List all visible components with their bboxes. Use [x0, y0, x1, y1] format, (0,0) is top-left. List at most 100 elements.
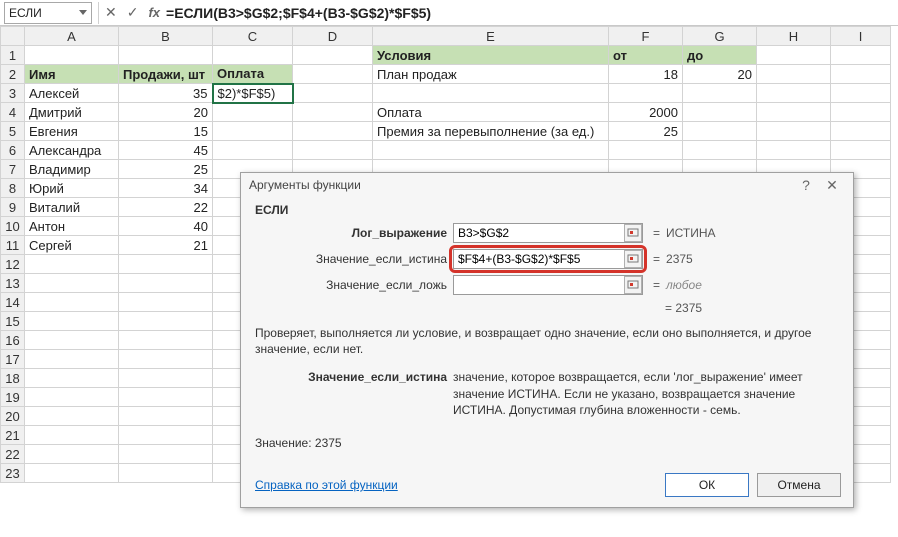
cell-G3[interactable]	[683, 84, 757, 103]
row-header-5[interactable]: 5	[1, 122, 25, 141]
cell-A2[interactable]: Имя	[25, 65, 119, 84]
column-header-C[interactable]: C	[213, 27, 293, 46]
row-header-11[interactable]: 11	[1, 236, 25, 255]
cell-I6[interactable]	[831, 141, 891, 160]
cell-B18[interactable]	[119, 369, 213, 388]
collapse-dialog-icon[interactable]	[624, 250, 642, 268]
cell-B9[interactable]: 22	[119, 198, 213, 217]
help-link[interactable]: Справка по этой функции	[255, 478, 398, 492]
row-header-9[interactable]: 9	[1, 198, 25, 217]
cell-F4[interactable]: 2000	[609, 103, 683, 122]
column-header-D[interactable]: D	[293, 27, 373, 46]
column-header-G[interactable]: G	[683, 27, 757, 46]
cell-H1[interactable]	[757, 46, 831, 65]
cell-D6[interactable]	[293, 141, 373, 160]
chevron-down-icon[interactable]	[79, 10, 87, 15]
cell-B12[interactable]	[119, 255, 213, 274]
cell-E2[interactable]: План продаж	[373, 65, 609, 84]
cell-B19[interactable]	[119, 388, 213, 407]
cell-D4[interactable]	[293, 103, 373, 122]
cell-E5[interactable]: Премия за перевыполнение (за ед.)	[373, 122, 609, 141]
cell-A17[interactable]	[25, 350, 119, 369]
cell-I5[interactable]	[831, 122, 891, 141]
cell-G6[interactable]	[683, 141, 757, 160]
cell-B15[interactable]	[119, 312, 213, 331]
cell-A22[interactable]	[25, 445, 119, 464]
row-header-17[interactable]: 17	[1, 350, 25, 369]
cell-H5[interactable]	[757, 122, 831, 141]
cell-G1[interactable]: до	[683, 46, 757, 65]
cell-D1[interactable]	[293, 46, 373, 65]
cell-B2[interactable]: Продажи, шт	[119, 65, 213, 84]
cell-A23[interactable]	[25, 464, 119, 483]
cell-B4[interactable]: 20	[119, 103, 213, 122]
close-icon[interactable]: ✕	[819, 177, 845, 194]
cell-D5[interactable]	[293, 122, 373, 141]
dialog-titlebar[interactable]: Аргументы функции ? ✕	[241, 173, 853, 197]
cell-B16[interactable]	[119, 331, 213, 350]
cell-A10[interactable]: Антон	[25, 217, 119, 236]
cell-A21[interactable]	[25, 426, 119, 445]
fx-icon[interactable]: fx	[148, 5, 160, 20]
cell-B20[interactable]	[119, 407, 213, 426]
cell-A11[interactable]: Сергей	[25, 236, 119, 255]
cell-F3[interactable]	[609, 84, 683, 103]
row-header-19[interactable]: 19	[1, 388, 25, 407]
cell-H4[interactable]	[757, 103, 831, 122]
cell-A4[interactable]: Дмитрий	[25, 103, 119, 122]
cell-A6[interactable]: Александра	[25, 141, 119, 160]
cell-B1[interactable]	[119, 46, 213, 65]
cell-A3[interactable]: Алексей	[25, 84, 119, 103]
collapse-dialog-icon[interactable]	[624, 276, 642, 294]
cell-A12[interactable]	[25, 255, 119, 274]
row-header-1[interactable]: 1	[1, 46, 25, 65]
cell-E6[interactable]	[373, 141, 609, 160]
cell-B5[interactable]: 15	[119, 122, 213, 141]
name-box[interactable]: ЕСЛИ	[4, 2, 92, 24]
cell-A9[interactable]: Виталий	[25, 198, 119, 217]
cell-D2[interactable]	[293, 65, 373, 84]
row-header-2[interactable]: 2	[1, 65, 25, 84]
cell-G2[interactable]: 20	[683, 65, 757, 84]
cell-H6[interactable]	[757, 141, 831, 160]
cell-A18[interactable]	[25, 369, 119, 388]
cell-E4[interactable]: Оплата	[373, 103, 609, 122]
cell-H3[interactable]	[757, 84, 831, 103]
help-icon[interactable]: ?	[793, 177, 819, 193]
cell-A13[interactable]	[25, 274, 119, 293]
cell-C5[interactable]	[213, 122, 293, 141]
cell-B7[interactable]: 25	[119, 160, 213, 179]
cell-B10[interactable]: 40	[119, 217, 213, 236]
cell-A19[interactable]	[25, 388, 119, 407]
cell-C3[interactable]: $2)*$F$5)	[213, 84, 293, 103]
cell-I4[interactable]	[831, 103, 891, 122]
column-header-I[interactable]: I	[831, 27, 891, 46]
cell-E3[interactable]	[373, 84, 609, 103]
row-header-10[interactable]: 10	[1, 217, 25, 236]
cell-D3[interactable]	[293, 84, 373, 103]
row-header-23[interactable]: 23	[1, 464, 25, 483]
cell-A16[interactable]	[25, 331, 119, 350]
cell-C6[interactable]	[213, 141, 293, 160]
cell-B17[interactable]	[119, 350, 213, 369]
row-header-3[interactable]: 3	[1, 84, 25, 103]
row-header-13[interactable]: 13	[1, 274, 25, 293]
cell-F2[interactable]: 18	[609, 65, 683, 84]
column-header-B[interactable]: B	[119, 27, 213, 46]
cell-F6[interactable]	[609, 141, 683, 160]
cell-C2[interactable]: Оплата	[213, 65, 293, 84]
cancel-button[interactable]: Отмена	[757, 473, 841, 497]
collapse-dialog-icon[interactable]	[624, 224, 642, 242]
cell-A7[interactable]: Владимир	[25, 160, 119, 179]
cancel-icon[interactable]: ✕	[105, 4, 117, 21]
row-header-14[interactable]: 14	[1, 293, 25, 312]
row-header-4[interactable]: 4	[1, 103, 25, 122]
cell-C4[interactable]	[213, 103, 293, 122]
cell-B14[interactable]	[119, 293, 213, 312]
cell-B11[interactable]: 21	[119, 236, 213, 255]
row-header-18[interactable]: 18	[1, 369, 25, 388]
arg-input-logical-test[interactable]	[453, 223, 643, 243]
cell-B6[interactable]: 45	[119, 141, 213, 160]
cell-B23[interactable]	[119, 464, 213, 483]
row-header-16[interactable]: 16	[1, 331, 25, 350]
